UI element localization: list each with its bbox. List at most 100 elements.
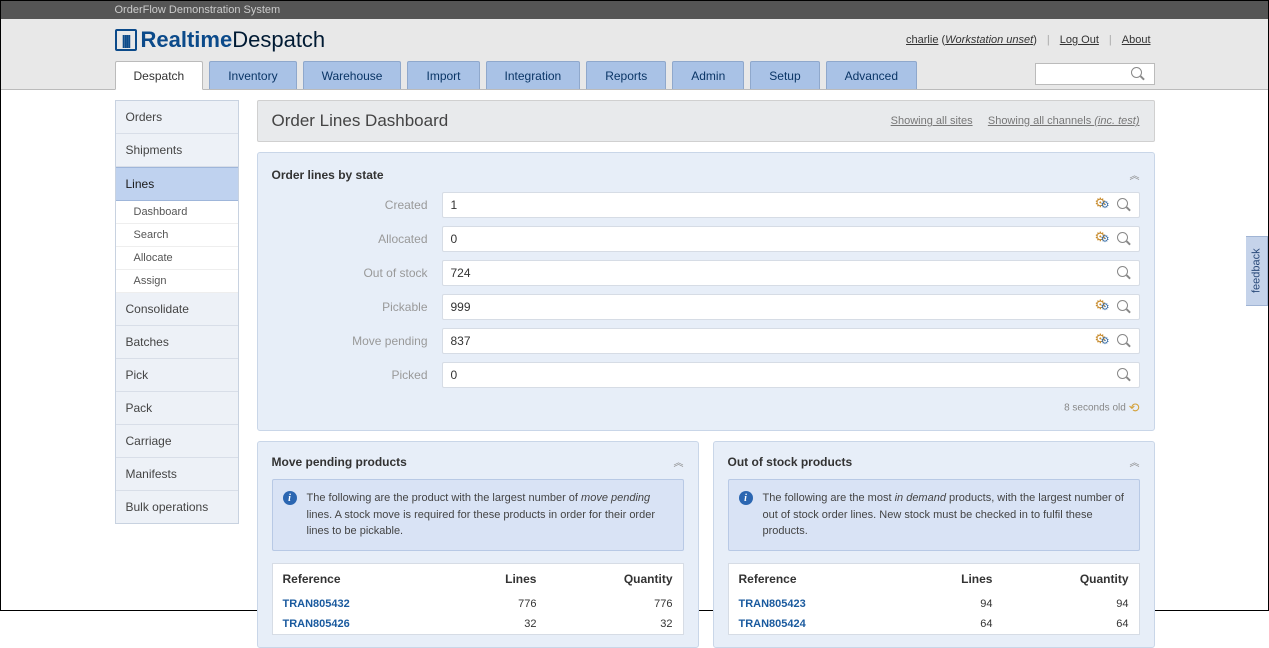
state-bar: 724 — [442, 260, 1140, 286]
state-bar: 0 — [442, 226, 1140, 252]
main-tabs: Despatch Inventory Warehouse Import Inte… — [115, 53, 1155, 89]
header: |||| RealtimeDespatch charlie (Workstati… — [1, 19, 1268, 90]
collapse-icon[interactable]: ︽ — [1130, 454, 1140, 469]
tab-integration[interactable]: Integration — [486, 61, 581, 89]
age-text: 8 seconds old — [1064, 403, 1126, 414]
side-nav: Orders Shipments Lines Dashboard Search … — [115, 100, 239, 524]
logo[interactable]: |||| RealtimeDespatch — [115, 27, 326, 53]
col-quantity: Quantity — [1002, 563, 1139, 594]
state-value: 0 — [451, 368, 458, 382]
state-label: Picked — [272, 368, 442, 382]
sidenav-bulk[interactable]: Bulk operations — [116, 491, 238, 523]
logo-icon: |||| — [115, 29, 137, 51]
tab-import[interactable]: Import — [407, 61, 479, 89]
ref-link[interactable]: TRAN805432 — [283, 598, 350, 610]
state-bar: 837 — [442, 328, 1140, 354]
table-row: TRAN805424 64 64 — [728, 614, 1139, 635]
state-label: Move pending — [272, 334, 442, 348]
out-of-stock-table: Reference Lines Quantity TRAN805423 94 9… — [728, 563, 1140, 635]
gear-icon[interactable] — [1095, 197, 1111, 213]
col-reference: Reference — [272, 563, 445, 594]
state-bar: 999 — [442, 294, 1140, 320]
sidenav-pack[interactable]: Pack — [116, 392, 238, 425]
search-icon[interactable] — [1117, 334, 1131, 348]
sidenav-pick[interactable]: Pick — [116, 359, 238, 392]
state-row: Created1 — [272, 192, 1140, 218]
search-icon[interactable] — [1117, 266, 1131, 280]
user-link[interactable]: charlie — [906, 34, 938, 46]
state-row: Picked 0 — [272, 362, 1140, 388]
tab-admin[interactable]: Admin — [672, 61, 744, 89]
search-icon[interactable] — [1117, 300, 1131, 314]
sidenav-lines-search[interactable]: Search — [116, 224, 238, 247]
tab-advanced[interactable]: Advanced — [826, 61, 917, 89]
system-title: OrderFlow Demonstration System — [115, 4, 1155, 16]
gear-icon[interactable] — [1095, 299, 1111, 315]
tab-despatch[interactable]: Despatch — [115, 61, 204, 90]
out-of-stock-title: Out of stock products — [728, 455, 853, 469]
collapse-icon[interactable]: ︽ — [1130, 167, 1140, 182]
state-row: Out of stock 724 — [272, 260, 1140, 286]
out-of-stock-panel: Out of stock products ︽ i The following … — [713, 441, 1155, 648]
filter-sites[interactable]: Showing all sites — [891, 115, 973, 127]
gear-icon[interactable] — [1095, 231, 1111, 247]
states-panel-title: Order lines by state — [272, 168, 384, 182]
state-value: 999 — [451, 300, 471, 314]
sidenav-orders[interactable]: Orders — [116, 101, 238, 134]
sidenav-shipments[interactable]: Shipments — [116, 134, 238, 167]
gear-icon[interactable] — [1095, 333, 1111, 349]
state-row: Move pending 837 — [272, 328, 1140, 354]
col-lines: Lines — [901, 563, 1002, 594]
sidenav-batches[interactable]: Batches — [116, 326, 238, 359]
about-link[interactable]: About — [1122, 34, 1151, 46]
tab-reports[interactable]: Reports — [586, 61, 666, 89]
feedback-tab[interactable]: feedback — [1246, 236, 1268, 306]
col-reference: Reference — [728, 563, 901, 594]
sidenav-lines-assign[interactable]: Assign — [116, 270, 238, 293]
sidenav-lines[interactable]: Lines — [116, 167, 238, 201]
col-lines: Lines — [445, 563, 546, 594]
info-icon: i — [283, 491, 297, 505]
system-bar: OrderFlow Demonstration System — [1, 1, 1268, 19]
state-value: 837 — [451, 334, 471, 348]
ref-link[interactable]: TRAN805426 — [283, 618, 350, 630]
state-label: Pickable — [272, 300, 442, 314]
global-search — [1035, 63, 1155, 85]
collapse-icon[interactable]: ︽ — [674, 454, 684, 469]
state-label: Out of stock — [272, 266, 442, 280]
move-pending-panel: Move pending products ︽ i The following … — [257, 441, 699, 648]
search-icon[interactable] — [1117, 198, 1131, 212]
ref-link[interactable]: TRAN805423 — [739, 598, 806, 610]
state-value: 1 — [451, 198, 458, 212]
states-panel: Order lines by state ︽ Created1 Allocated… — [257, 152, 1155, 431]
search-icon[interactable] — [1117, 232, 1131, 246]
tab-setup[interactable]: Setup — [750, 61, 819, 89]
ref-link[interactable]: TRAN805424 — [739, 618, 806, 630]
refresh-icon[interactable]: ⟲ — [1129, 400, 1140, 415]
search-icon[interactable] — [1131, 67, 1145, 81]
user-links: charlie (Workstation unset) | Log Out | … — [906, 34, 1154, 46]
sidenav-manifests[interactable]: Manifests — [116, 458, 238, 491]
move-pending-title: Move pending products — [272, 455, 407, 469]
content: Order Lines Dashboard Showing all sites … — [257, 100, 1155, 648]
sidenav-lines-allocate[interactable]: Allocate — [116, 247, 238, 270]
page-filters: Showing all sites Showing all channels (… — [891, 115, 1140, 127]
move-pending-info: i The following are the product with the… — [272, 479, 684, 551]
page-header: Order Lines Dashboard Showing all sites … — [257, 100, 1155, 142]
search-icon[interactable] — [1117, 368, 1131, 382]
sidenav-carriage[interactable]: Carriage — [116, 425, 238, 458]
sidenav-lines-dashboard[interactable]: Dashboard — [116, 201, 238, 224]
search-input[interactable] — [1036, 66, 1131, 82]
logout-link[interactable]: Log Out — [1060, 34, 1099, 46]
state-row: Allocated0 — [272, 226, 1140, 252]
state-row: Pickable 999 — [272, 294, 1140, 320]
tab-inventory[interactable]: Inventory — [209, 61, 296, 89]
state-value: 724 — [451, 266, 471, 280]
out-of-stock-info: i The following are the most in demand p… — [728, 479, 1140, 551]
table-row: TRAN805426 32 32 — [272, 614, 683, 635]
sidenav-consolidate[interactable]: Consolidate — [116, 293, 238, 326]
workstation-link[interactable]: Workstation unset — [945, 34, 1033, 46]
tab-warehouse[interactable]: Warehouse — [303, 61, 402, 89]
filter-channels[interactable]: Showing all channels (inc. test) — [988, 115, 1140, 127]
state-bar: 0 — [442, 362, 1140, 388]
